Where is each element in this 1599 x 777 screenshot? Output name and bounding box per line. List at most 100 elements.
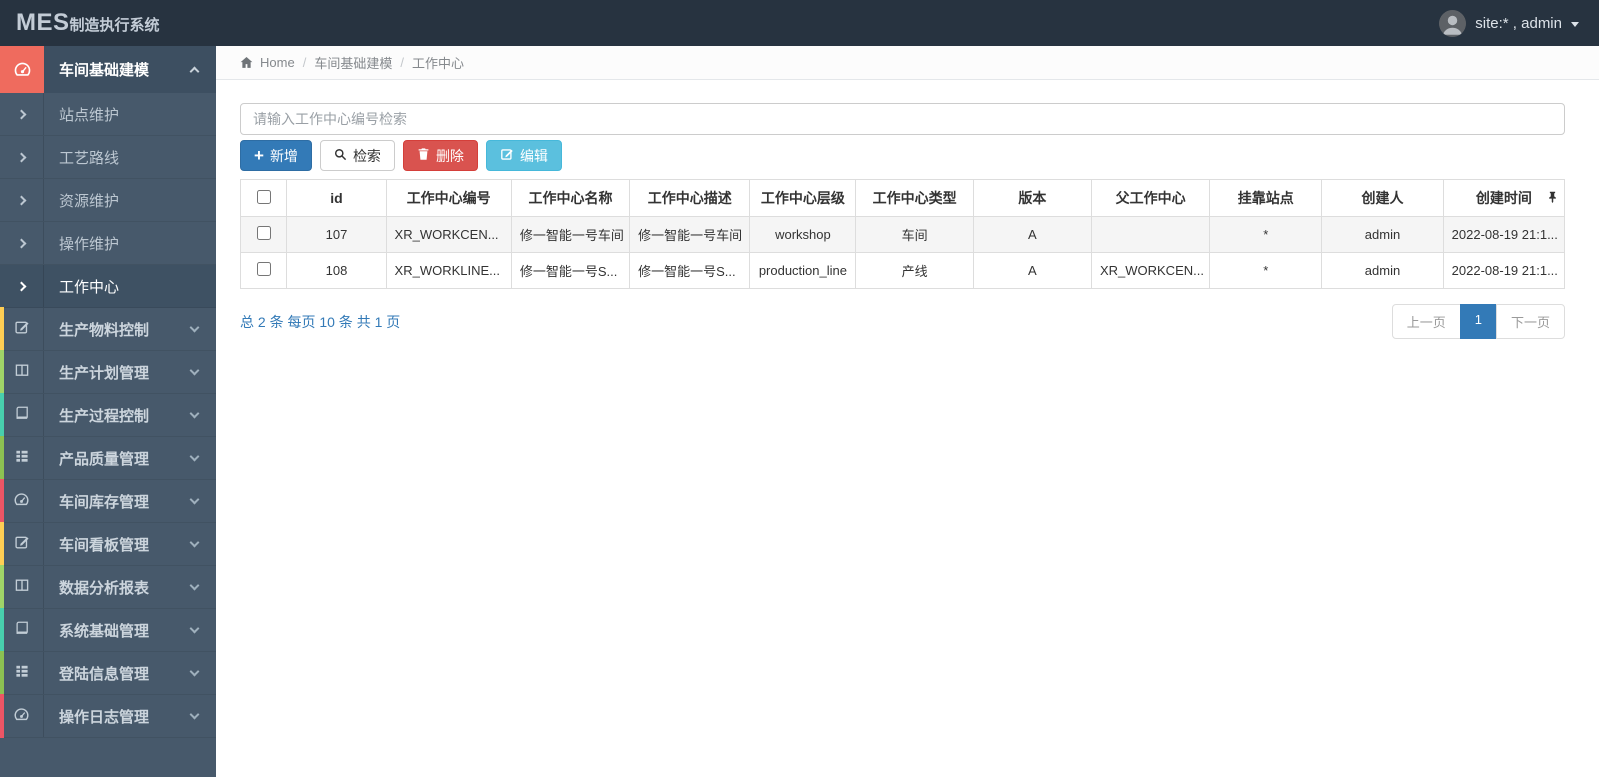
chevron-right-icon (16, 238, 27, 248)
breadcrumb: Home / 车间基础建模 / 工作中心 (216, 46, 1599, 80)
page-1-button[interactable]: 1 (1459, 304, 1497, 339)
cell-created-time: 2022-08-19 21:1... (1442, 216, 1566, 253)
sidebar-item-material-control[interactable]: 生产物料控制 (0, 307, 216, 351)
column-header-type: 工作中心类型 (855, 179, 974, 217)
sidebar-item-label: 生产过程控制 (59, 407, 150, 425)
sidebar-item-label: 工作中心 (59, 278, 120, 296)
breadcrumb-module[interactable]: 车间基础建模 (314, 53, 392, 72)
category-color-strip (0, 436, 4, 480)
work-center-table: id 工作中心编号 工作中心名称 工作中心描述 工作中心层级 工作中心类型 版本… (239, 179, 1566, 289)
cell-parent (1090, 216, 1211, 253)
cell-description: 修一智能一号车间 (629, 216, 751, 253)
sidebar-item-label: 操作维护 (59, 235, 120, 253)
sidebar-item-analysis-reports[interactable]: 数据分析报表 (0, 565, 216, 609)
breadcrumb-home[interactable]: Home (260, 55, 295, 70)
add-button[interactable]: + 新增 (240, 140, 312, 171)
next-page-button[interactable]: 下一页 (1495, 304, 1565, 339)
sidebar-item-process-control[interactable]: 生产过程控制 (0, 393, 216, 437)
sidebar-item-operation-maintenance[interactable]: 操作维护 (0, 222, 216, 265)
sidebar-item-label: 操作日志管理 (59, 708, 150, 726)
chevron-down-icon (189, 709, 200, 720)
caret-down-icon (1571, 21, 1579, 27)
sidebar-item-label: 车间看板管理 (59, 536, 150, 554)
category-color-strip (0, 393, 4, 437)
plus-icon: + (254, 145, 264, 165)
main-area: Home / 车间基础建模 / 工作中心 + 新增 检索 删除 编辑 (216, 46, 1599, 777)
category-color-strip (0, 608, 4, 652)
toolbar: + 新增 检索 删除 编辑 (240, 140, 1565, 171)
chevron-down-icon (189, 537, 200, 548)
chevron-down-icon (189, 623, 200, 634)
sidebar-item-label: 站点维护 (59, 106, 120, 124)
chevron-up-icon (189, 66, 200, 76)
sidebar-item-board-management[interactable]: 车间看板管理 (0, 522, 216, 566)
prev-page-button[interactable]: 上一页 (1391, 304, 1461, 339)
cell-created-time: 2022-08-19 21:1... (1442, 252, 1566, 289)
cell-name: 修一智能一号车间 (510, 216, 631, 253)
row-checkbox[interactable] (256, 262, 271, 276)
sidebar-item-label: 登陆信息管理 (59, 665, 150, 683)
column-header-code: 工作中心编号 (385, 179, 512, 217)
column-header-level: 工作中心层级 (749, 179, 857, 217)
gauge-icon (0, 46, 44, 93)
sidebar: 车间基础建模 站点维护 工艺路线 资源维护 操作维护 工作中心 生产物料控制 生… (0, 46, 216, 777)
sidebar-item-label: 工艺路线 (59, 149, 120, 167)
chevron-right-icon (16, 152, 27, 162)
sidebar-item-process-route[interactable]: 工艺路线 (0, 136, 216, 179)
column-header-version: 版本 (972, 179, 1092, 217)
delete-button[interactable]: 删除 (402, 140, 478, 171)
edit-button[interactable]: 编辑 (485, 140, 562, 171)
search-input[interactable] (240, 103, 1565, 135)
edit-icon (500, 147, 514, 164)
sidebar-item-system-management[interactable]: 系统基础管理 (0, 608, 216, 652)
cell-version: A (972, 252, 1092, 289)
columns-icon (14, 577, 30, 597)
column-header-description: 工作中心描述 (629, 179, 751, 217)
column-header-creator: 创建人 (1321, 179, 1444, 217)
table-row[interactable]: 107 XR_WORKCEN... 修一智能一号车间 修一智能一号车间 work… (239, 216, 1566, 253)
sidebar-group-workshop-modeling[interactable]: 车间基础建模 (0, 46, 216, 93)
home-icon (240, 56, 253, 69)
category-color-strip (0, 565, 4, 609)
list-icon (14, 448, 30, 468)
sidebar-item-login-info-management[interactable]: 登陆信息管理 (0, 651, 216, 695)
select-all-checkbox[interactable] (256, 189, 271, 204)
category-color-strip (0, 694, 4, 738)
sidebar-item-label: 系统基础管理 (59, 622, 150, 640)
sidebar-item-resource-maintenance[interactable]: 资源维护 (0, 179, 216, 222)
chevron-right-icon (16, 281, 27, 291)
sidebar-item-inventory-management[interactable]: 车间库存管理 (0, 479, 216, 523)
chevron-down-icon (189, 322, 200, 333)
sidebar-item-plan-management[interactable]: 生产计划管理 (0, 350, 216, 394)
sidebar-item-operation-log-management[interactable]: 操作日志管理 (0, 694, 216, 738)
cell-level: production_line (749, 252, 857, 289)
chevron-down-icon (189, 451, 200, 462)
sidebar-item-label: 资源维护 (59, 192, 120, 210)
pencil-square-icon (14, 319, 30, 339)
row-checkbox[interactable] (256, 226, 271, 240)
trash-icon (417, 147, 430, 164)
pin-icon[interactable] (1548, 190, 1557, 206)
sidebar-item-label: 生产物料控制 (59, 321, 150, 339)
user-menu[interactable]: site:* , admin (1439, 9, 1599, 37)
chevron-down-icon (189, 408, 200, 419)
sidebar-item-site-maintenance[interactable]: 站点维护 (0, 93, 216, 136)
pencil-square-icon (14, 534, 30, 554)
sidebar-item-work-center[interactable]: 工作中心 (0, 265, 216, 308)
sidebar-item-label: 生产计划管理 (59, 364, 150, 382)
table-row[interactable]: 108 XR_WORKLINE... 修一智能一号S... 修一智能一号S...… (239, 252, 1566, 289)
avatar (1439, 9, 1467, 37)
cell-type: 车间 (855, 216, 974, 253)
breadcrumb-current: 工作中心 (411, 56, 464, 71)
sidebar-item-label: 产品质量管理 (59, 450, 150, 468)
chevron-right-icon (16, 195, 27, 205)
page-content: + 新增 检索 删除 编辑 (216, 80, 1599, 339)
chevron-down-icon (189, 494, 200, 505)
category-color-strip (0, 651, 4, 695)
search-button[interactable]: 检索 (319, 140, 395, 171)
cell-description: 修一智能一号S... (629, 252, 751, 289)
pagination-summary: 总 2 条 每页 10 条 共 1 页 (240, 313, 401, 330)
sidebar-item-quality-management[interactable]: 产品质量管理 (0, 436, 216, 480)
chevron-right-icon (16, 109, 27, 119)
cell-type: 产线 (855, 252, 974, 289)
